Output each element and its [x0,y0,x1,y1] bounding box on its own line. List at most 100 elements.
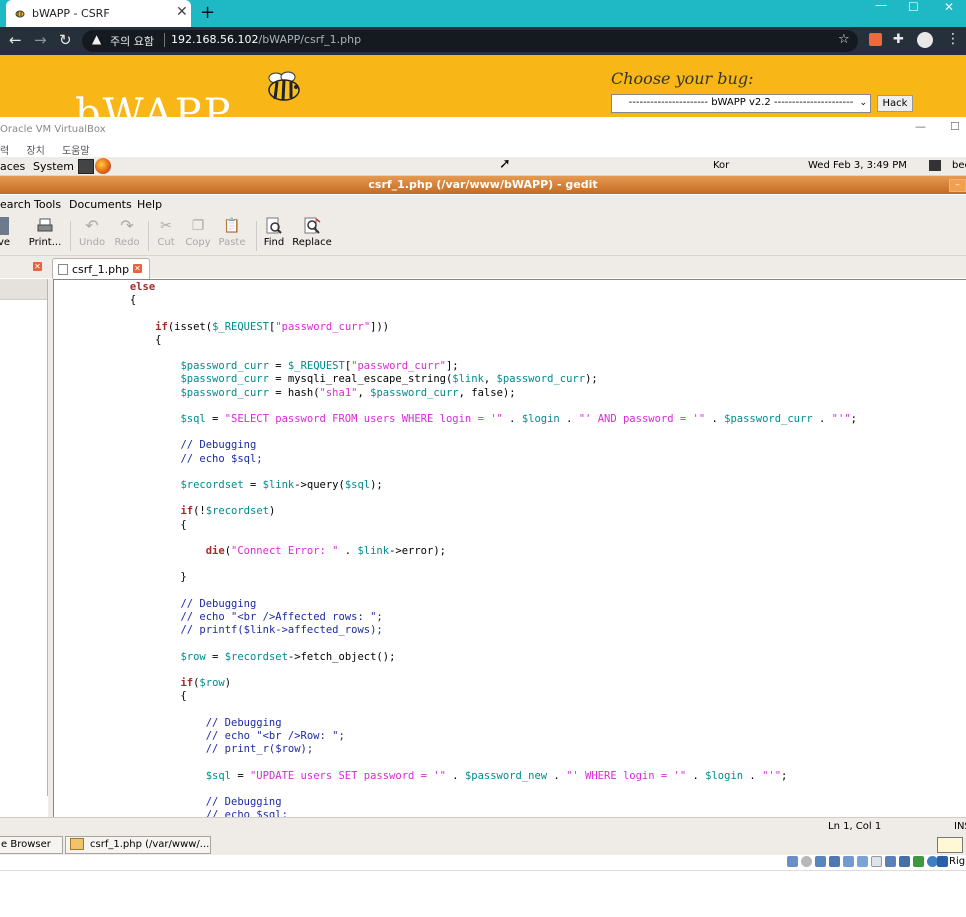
code-text[interactable]: else { if(isset($_REQUEST["password_curr… [54,281,857,817]
window-close-button[interactable]: ✕ [944,0,954,14]
network-adapter-icon[interactable] [829,856,840,867]
code-line[interactable]: else [54,281,155,293]
address-divider [164,33,165,47]
virtualbox-status-tray: Righ [0,855,966,871]
taskbar-item-gedit[interactable]: csrf_1.php (/var/www/... [65,836,211,854]
code-line[interactable]: // echo "<br />Affected rows: "; [54,611,382,623]
gedit-statusbar: Ln 1, Col 1 INS [0,817,966,835]
code-line[interactable]: { [54,519,186,531]
code-line[interactable]: $password_curr = $_REQUEST["password_cur… [54,360,458,372]
bug-select-dropdown[interactable]: ---------------------- bWAPP v2.2 ------… [611,94,871,113]
warning-icon[interactable]: ▲ [92,32,101,46]
code-line[interactable]: if(isset($_REQUEST["password_curr"])) [54,321,389,333]
hard-disk-icon[interactable] [787,856,798,867]
code-line[interactable]: $sql = "UPDATE users SET password = '" .… [54,770,788,782]
code-editor[interactable]: else { if(isset($_REQUEST["password_curr… [53,279,966,818]
cut-button[interactable]: ✂ Cut [155,217,177,248]
menu-documents[interactable]: Documents [69,198,132,211]
redo-icon: ↷ [120,216,134,235]
user-menu[interactable]: bee [952,160,966,171]
vbox-maximize-button[interactable]: ☐ [950,120,960,133]
code-line[interactable]: { [54,334,161,346]
code-line[interactable]: $sql = "SELECT password FROM users WHERE… [54,413,856,425]
code-line[interactable]: $row = $recordset->fetch_object(); [54,651,395,663]
replace-button[interactable]: Replace [292,217,332,248]
mouse-integration-icon[interactable] [899,856,910,867]
code-line[interactable]: $password_curr = hash("sha1", $password_… [54,387,515,399]
code-line[interactable]: // Debugging [54,439,256,451]
terminal-launcher-icon[interactable] [78,159,94,174]
print-button[interactable]: Print... [27,217,63,248]
tab-close-icon[interactable]: ✕ [133,264,142,273]
vbox-menu-input[interactable]: 력 [0,146,9,157]
panel-clock[interactable]: Wed Feb 3, 3:49 PM [808,160,907,171]
firefox-launcher-icon[interactable] [95,158,111,174]
vbox-minimize-button[interactable]: — [915,120,926,133]
tab-close-icon[interactable]: ✕ [176,4,188,20]
code-line[interactable]: $password_curr = mysqli_real_escape_stri… [54,373,597,385]
code-line[interactable]: { [54,690,186,702]
window-maximize-button[interactable]: ☐ [908,0,919,14]
window-minimize-button[interactable]: — [875,0,887,12]
side-pane-close-icon[interactable]: ✕ [33,262,42,271]
save-button[interactable]: ve [0,217,12,248]
show-desktop-icon[interactable] [937,837,963,853]
code-line[interactable]: // echo "<br />Row: "; [54,730,345,742]
puzzle-icon[interactable]: ✚ [893,32,904,47]
system-menu[interactable]: System [33,160,74,173]
paste-label: Paste [218,237,246,248]
code-line[interactable]: $recordset = $link->query($sql); [54,479,382,491]
code-line[interactable]: } [54,571,186,583]
document-tab[interactable]: csrf_1.php ✕ [52,258,150,279]
network-icon[interactable] [929,160,941,171]
menu-icon[interactable]: ⋮ [946,31,960,47]
code-line[interactable]: if(!$recordset) [54,505,275,517]
taskbar-item-browser[interactable]: e Browser [0,836,63,854]
usb-icon[interactable] [843,856,854,867]
menu-help[interactable]: Help [137,198,162,211]
shared-folders-icon[interactable] [857,856,868,867]
display-icon[interactable] [871,856,882,867]
code-line[interactable]: // printf($link->affected_rows); [54,624,382,636]
forward-icon[interactable]: → [34,31,47,49]
extension-icon[interactable] [869,33,882,46]
profile-icon[interactable] [917,32,933,48]
new-tab-button[interactable]: + [200,2,215,23]
find-button[interactable]: Find [263,217,285,248]
code-line[interactable]: { [54,294,136,306]
keyboard-capture-icon[interactable] [937,856,948,867]
hack-button[interactable]: Hack [877,95,913,112]
cpu-activity-icon[interactable] [913,856,924,867]
vbox-menu-devices[interactable]: 장치 [26,146,44,157]
video-capture-icon[interactable] [885,856,896,867]
optical-drive-icon[interactable] [801,856,812,867]
redo-button[interactable]: ↷ Redo [113,216,141,249]
paste-button[interactable]: 📋 Paste [217,217,247,248]
code-line[interactable]: // print_r($row); [54,743,313,755]
copy-button[interactable]: ❐ Copy [184,217,212,248]
menu-search[interactable]: earch [0,198,31,211]
security-status[interactable]: 주의 요함 [110,33,154,49]
url-text[interactable]: 192.168.56.102/bWAPP/csrf_1.php [171,33,361,46]
back-icon[interactable]: ← [9,31,22,49]
code-line[interactable]: if($row) [54,677,231,689]
code-line[interactable]: // Debugging [54,717,282,729]
scissors-icon: ✂ [160,218,172,234]
browser-tab[interactable]: bWAPP - CSRF ✕ [6,0,191,27]
gedit-minimize-button[interactable]: – [949,179,966,192]
undo-button[interactable]: ↶ Undo [78,217,106,249]
code-line[interactable]: die("Connect Error: " . $link->error); [54,545,446,557]
vbox-menu-help[interactable]: 도움말 [62,146,90,157]
reload-icon[interactable]: ↻ [59,31,72,49]
audio-icon[interactable] [815,856,826,867]
code-line[interactable]: // Debugging [54,598,256,610]
code-line[interactable]: // Debugging [54,796,282,808]
keyboard-layout-indicator[interactable]: Kor [713,160,729,171]
side-pane[interactable] [0,279,48,796]
menu-tools[interactable]: Tools [34,198,61,211]
star-icon[interactable]: ☆ [838,32,850,47]
side-pane-header [0,279,47,300]
document-tab-label: csrf_1.php [72,263,130,276]
places-menu[interactable]: aces [0,160,25,173]
code-line[interactable]: // echo $sql; [54,453,262,465]
